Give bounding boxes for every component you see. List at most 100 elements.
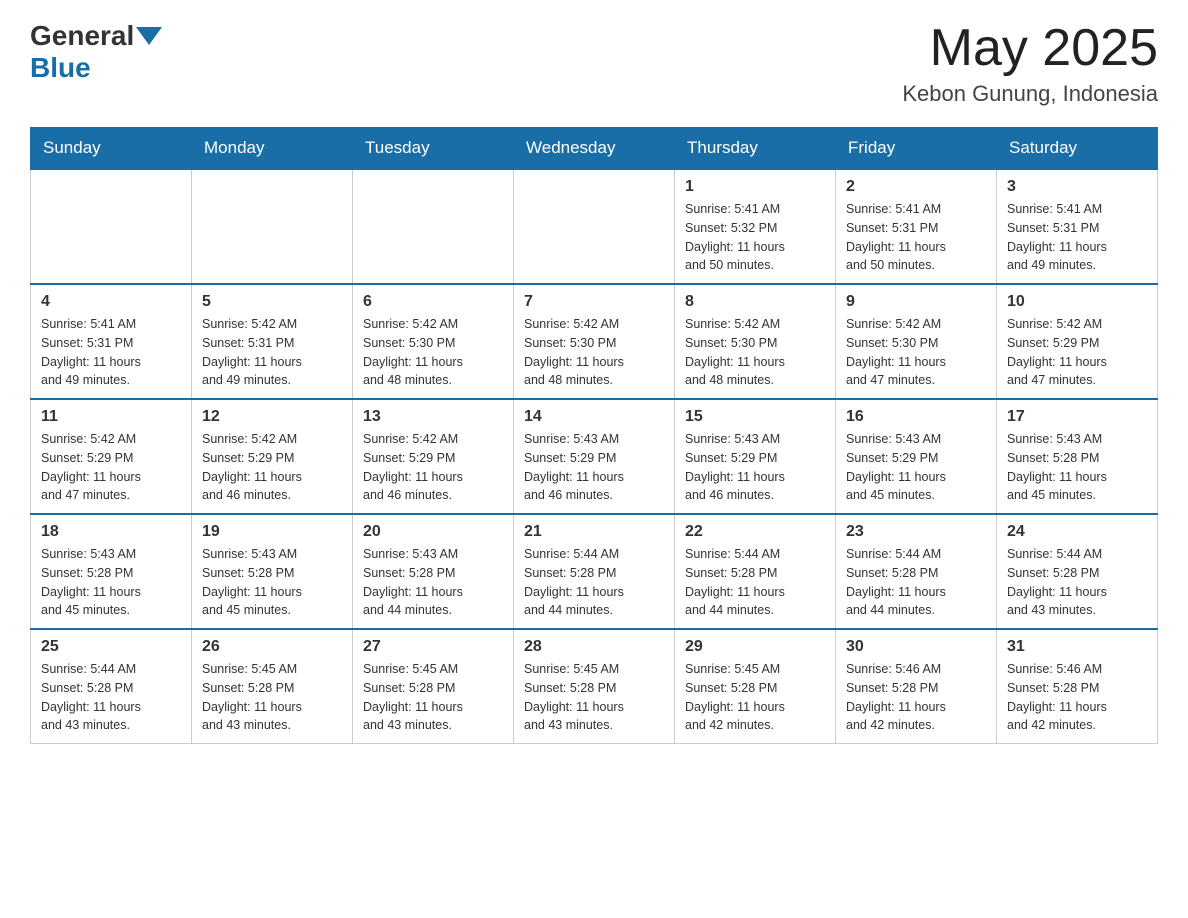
calendar-cell: 26 Sunrise: 5:45 AM Sunset: 5:28 PM Dayli…	[192, 629, 353, 744]
day-info: Sunrise: 5:45 AM Sunset: 5:28 PM Dayligh…	[685, 660, 825, 735]
calendar-cell: 27Sunrise: 5:45 AM Sunset: 5:28 PM Dayli…	[353, 629, 514, 744]
day-number: 7	[524, 293, 664, 311]
logo-blue-text: Blue	[30, 52, 91, 83]
logo: General Blue	[30, 20, 162, 84]
day-number: 13	[363, 408, 503, 426]
day-info: Sunrise: 5:41 AM Sunset: 5:32 PM Dayligh…	[685, 200, 825, 275]
day-info: Sunrise: 5:42 AM Sunset: 5:29 PM Dayligh…	[202, 430, 342, 505]
calendar-cell: 3 Sunrise: 5:41 AM Sunset: 5:31 PM Daylig…	[997, 169, 1158, 284]
day-info: Sunrise: 5:44 AM Sunset: 5:28 PM Dayligh…	[524, 545, 664, 620]
week-row-3: 11 Sunrise: 5:42 AM Sunset: 5:29 PM Dayli…	[31, 399, 1158, 514]
day-number: 30	[846, 638, 986, 656]
title-section: May 2025 Kebon Gunung, Indonesia	[902, 20, 1158, 107]
day-number: 8	[685, 293, 825, 311]
calendar-cell	[192, 169, 353, 284]
calendar-cell: 5Sunrise: 5:42 AM Sunset: 5:31 PM Daylig…	[192, 284, 353, 399]
day-number: 4	[41, 293, 181, 311]
calendar-cell: 6 Sunrise: 5:42 AM Sunset: 5:30 PM Daylig…	[353, 284, 514, 399]
day-number: 26	[202, 638, 342, 656]
calendar-cell: 9 Sunrise: 5:42 AM Sunset: 5:30 PM Daylig…	[836, 284, 997, 399]
calendar-header-thursday: Thursday	[675, 128, 836, 170]
day-number: 31	[1007, 638, 1147, 656]
calendar-cell: 24Sunrise: 5:44 AM Sunset: 5:28 PM Dayli…	[997, 514, 1158, 629]
month-year-title: May 2025	[902, 20, 1158, 77]
day-info: Sunrise: 5:42 AM Sunset: 5:30 PM Dayligh…	[363, 315, 503, 390]
day-info: Sunrise: 5:41 AM Sunset: 5:31 PM Dayligh…	[1007, 200, 1147, 275]
day-number: 24	[1007, 523, 1147, 541]
day-number: 17	[1007, 408, 1147, 426]
calendar-cell: 31 Sunrise: 5:46 AM Sunset: 5:28 PM Dayli…	[997, 629, 1158, 744]
day-info: Sunrise: 5:41 AM Sunset: 5:31 PM Dayligh…	[41, 315, 181, 390]
day-number: 29	[685, 638, 825, 656]
day-number: 21	[524, 523, 664, 541]
day-number: 23	[846, 523, 986, 541]
day-info: Sunrise: 5:42 AM Sunset: 5:29 PM Dayligh…	[41, 430, 181, 505]
day-number: 3	[1007, 178, 1147, 196]
day-number: 12	[202, 408, 342, 426]
calendar-cell: 23 Sunrise: 5:44 AM Sunset: 5:28 PM Dayli…	[836, 514, 997, 629]
day-number: 18	[41, 523, 181, 541]
day-info: Sunrise: 5:46 AM Sunset: 5:28 PM Dayligh…	[1007, 660, 1147, 735]
day-info: Sunrise: 5:43 AM Sunset: 5:28 PM Dayligh…	[363, 545, 503, 620]
calendar-cell: 8 Sunrise: 5:42 AM Sunset: 5:30 PM Daylig…	[675, 284, 836, 399]
calendar-cell	[353, 169, 514, 284]
day-info: Sunrise: 5:42 AM Sunset: 5:30 PM Dayligh…	[685, 315, 825, 390]
day-number: 11	[41, 408, 181, 426]
calendar-cell	[31, 169, 192, 284]
day-number: 10	[1007, 293, 1147, 311]
location-label: Kebon Gunung, Indonesia	[902, 81, 1158, 107]
calendar-header-row: SundayMondayTuesdayWednesdayThursdayFrid…	[31, 128, 1158, 170]
day-number: 9	[846, 293, 986, 311]
week-row-1: 1 Sunrise: 5:41 AM Sunset: 5:32 PM Daylig…	[31, 169, 1158, 284]
day-info: Sunrise: 5:42 AM Sunset: 5:29 PM Dayligh…	[1007, 315, 1147, 390]
calendar-cell: 30 Sunrise: 5:46 AM Sunset: 5:28 PM Dayli…	[836, 629, 997, 744]
calendar-cell: 1 Sunrise: 5:41 AM Sunset: 5:32 PM Daylig…	[675, 169, 836, 284]
day-info: Sunrise: 5:43 AM Sunset: 5:28 PM Dayligh…	[202, 545, 342, 620]
day-number: 15	[685, 408, 825, 426]
day-number: 2	[846, 178, 986, 196]
calendar-cell: 18Sunrise: 5:43 AM Sunset: 5:28 PM Dayli…	[31, 514, 192, 629]
calendar-header-friday: Friday	[836, 128, 997, 170]
day-number: 22	[685, 523, 825, 541]
day-info: Sunrise: 5:45 AM Sunset: 5:28 PM Dayligh…	[524, 660, 664, 735]
day-number: 27	[363, 638, 503, 656]
day-info: Sunrise: 5:46 AM Sunset: 5:28 PM Dayligh…	[846, 660, 986, 735]
day-number: 16	[846, 408, 986, 426]
logo-triangle-icon	[136, 27, 162, 45]
calendar-header-monday: Monday	[192, 128, 353, 170]
week-row-5: 25Sunrise: 5:44 AM Sunset: 5:28 PM Dayli…	[31, 629, 1158, 744]
day-number: 28	[524, 638, 664, 656]
calendar-cell: 22 Sunrise: 5:44 AM Sunset: 5:28 PM Dayli…	[675, 514, 836, 629]
day-info: Sunrise: 5:44 AM Sunset: 5:28 PM Dayligh…	[846, 545, 986, 620]
calendar-cell: 4 Sunrise: 5:41 AM Sunset: 5:31 PM Daylig…	[31, 284, 192, 399]
day-info: Sunrise: 5:42 AM Sunset: 5:29 PM Dayligh…	[363, 430, 503, 505]
day-number: 5	[202, 293, 342, 311]
calendar-cell: 7Sunrise: 5:42 AM Sunset: 5:30 PM Daylig…	[514, 284, 675, 399]
day-number: 1	[685, 178, 825, 196]
calendar-header-tuesday: Tuesday	[353, 128, 514, 170]
day-info: Sunrise: 5:44 AM Sunset: 5:28 PM Dayligh…	[41, 660, 181, 735]
day-info: Sunrise: 5:42 AM Sunset: 5:30 PM Dayligh…	[846, 315, 986, 390]
calendar-cell: 15 Sunrise: 5:43 AM Sunset: 5:29 PM Dayli…	[675, 399, 836, 514]
calendar-table: SundayMondayTuesdayWednesdayThursdayFrid…	[30, 127, 1158, 744]
day-info: Sunrise: 5:43 AM Sunset: 5:28 PM Dayligh…	[1007, 430, 1147, 505]
day-number: 6	[363, 293, 503, 311]
day-info: Sunrise: 5:44 AM Sunset: 5:28 PM Dayligh…	[685, 545, 825, 620]
day-number: 20	[363, 523, 503, 541]
logo-general-text: General	[30, 20, 134, 52]
day-info: Sunrise: 5:43 AM Sunset: 5:29 PM Dayligh…	[524, 430, 664, 505]
calendar-cell: 13 Sunrise: 5:42 AM Sunset: 5:29 PM Dayli…	[353, 399, 514, 514]
calendar-cell: 17 Sunrise: 5:43 AM Sunset: 5:28 PM Dayli…	[997, 399, 1158, 514]
calendar-cell: 11 Sunrise: 5:42 AM Sunset: 5:29 PM Dayli…	[31, 399, 192, 514]
calendar-cell: 10 Sunrise: 5:42 AM Sunset: 5:29 PM Dayli…	[997, 284, 1158, 399]
day-info: Sunrise: 5:41 AM Sunset: 5:31 PM Dayligh…	[846, 200, 986, 275]
calendar-header-wednesday: Wednesday	[514, 128, 675, 170]
page-header: General Blue May 2025 Kebon Gunung, Indo…	[30, 20, 1158, 107]
week-row-2: 4 Sunrise: 5:41 AM Sunset: 5:31 PM Daylig…	[31, 284, 1158, 399]
day-info: Sunrise: 5:43 AM Sunset: 5:29 PM Dayligh…	[685, 430, 825, 505]
calendar-cell: 16Sunrise: 5:43 AM Sunset: 5:29 PM Dayli…	[836, 399, 997, 514]
calendar-cell: 20 Sunrise: 5:43 AM Sunset: 5:28 PM Dayli…	[353, 514, 514, 629]
day-info: Sunrise: 5:45 AM Sunset: 5:28 PM Dayligh…	[202, 660, 342, 735]
calendar-header-saturday: Saturday	[997, 128, 1158, 170]
calendar-cell: 21 Sunrise: 5:44 AM Sunset: 5:28 PM Dayli…	[514, 514, 675, 629]
